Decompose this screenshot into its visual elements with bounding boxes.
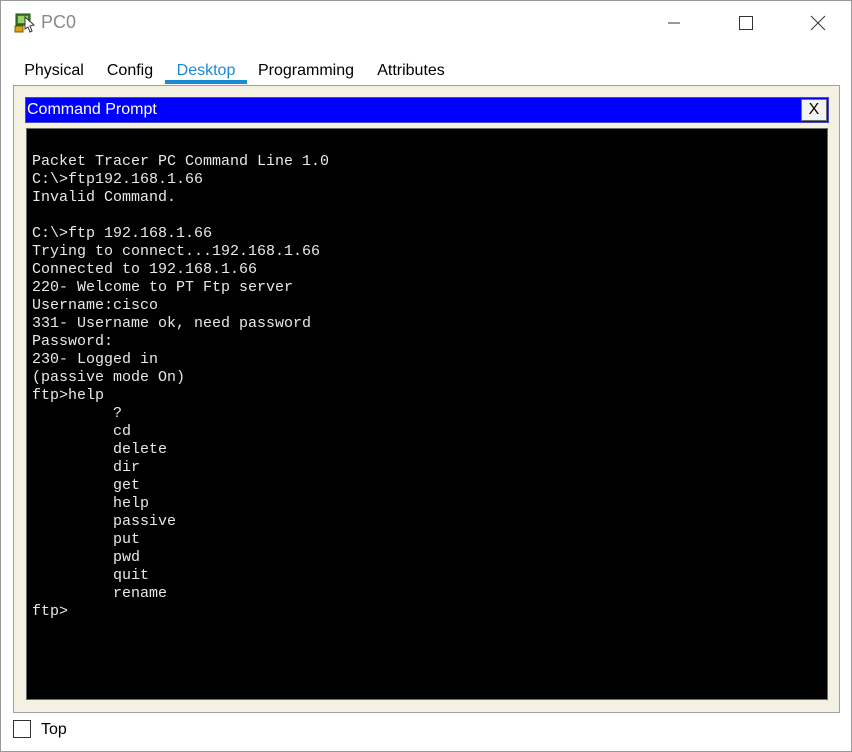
terminal-line: C:\>ftp 192.168.1.66	[32, 225, 213, 242]
terminal-line: C:\>ftp192.168.1.66	[32, 171, 204, 188]
top-checkbox[interactable]	[13, 720, 31, 738]
close-window-button[interactable]	[787, 1, 849, 45]
tab-config[interactable]: Config	[97, 57, 163, 85]
app-window: PC0 Physical Config Desktop Programming …	[0, 0, 852, 752]
terminal-output[interactable]: Packet Tracer PC Command Line 1.0 C:\>ftp…	[26, 128, 828, 700]
command-prompt-header: Command Prompt X	[25, 97, 829, 123]
title-bar[interactable]: PC0	[1, 1, 851, 45]
terminal-line: Password:	[32, 333, 114, 350]
terminal-line: ?	[32, 405, 123, 422]
terminal-line: 220- Welcome to PT Ftp server	[32, 279, 294, 296]
terminal-line: Connected to 192.168.1.66	[32, 261, 258, 278]
command-prompt-close-button[interactable]: X	[801, 99, 827, 121]
window-title: PC0	[41, 12, 77, 32]
terminal-line: (passive mode On)	[32, 369, 186, 386]
command-prompt-title: Command Prompt	[27, 101, 157, 118]
terminal-line: Trying to connect...192.168.1.66	[32, 243, 321, 260]
terminal-line: Username:cisco	[32, 297, 159, 314]
terminal-line: help	[32, 495, 150, 512]
terminal-line: put	[32, 531, 141, 548]
terminal-line: pwd	[32, 549, 141, 566]
terminal-line: ftp>help	[32, 387, 105, 404]
minimize-button[interactable]	[643, 1, 705, 45]
terminal-line: rename	[32, 585, 168, 602]
terminal-line: Invalid Command.	[32, 189, 177, 206]
terminal-line: get	[32, 477, 141, 494]
terminal-line: quit	[32, 567, 150, 584]
terminal-line: passive	[32, 513, 177, 530]
maximize-icon	[739, 16, 753, 30]
minimize-icon	[668, 22, 680, 24]
close-icon	[810, 15, 826, 31]
terminal-line: delete	[32, 441, 168, 458]
maximize-button[interactable]	[715, 1, 777, 45]
terminal-line: 230- Logged in	[32, 351, 159, 368]
terminal-line: ftp>	[32, 603, 69, 620]
top-checkbox-label: Top	[41, 721, 67, 738]
terminal-line: Packet Tracer PC Command Line 1.0	[32, 153, 330, 170]
tab-programming[interactable]: Programming	[251, 57, 361, 85]
terminal-line: cd	[32, 423, 132, 440]
terminal-line: 331- Username ok, need password	[32, 315, 312, 332]
tab-attributes[interactable]: Attributes	[367, 57, 455, 85]
terminal-line: dir	[32, 459, 141, 476]
pc-app-icon	[13, 11, 37, 35]
active-tab-indicator	[165, 80, 247, 84]
tab-physical[interactable]: Physical	[13, 57, 95, 85]
desktop-panel: Command Prompt X Packet Tracer PC Comman…	[13, 85, 840, 713]
terminal-lines: Packet Tracer PC Command Line 1.0 C:\>ftp…	[32, 153, 329, 621]
